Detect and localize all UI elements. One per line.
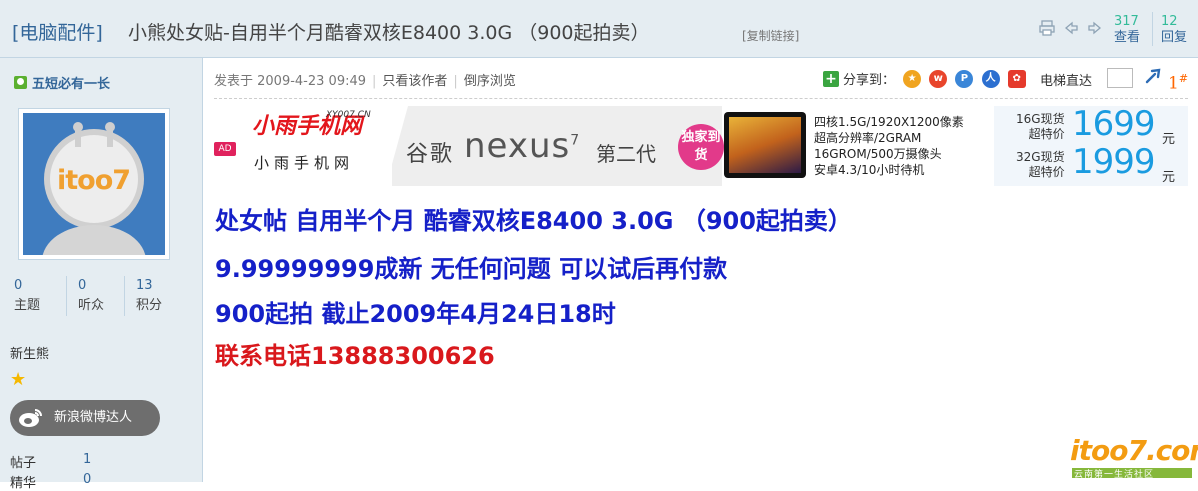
next-thread-icon[interactable] — [1087, 20, 1103, 36]
avatar-logo-text: itoo7 — [57, 165, 131, 196]
stat-followers-label: 听众 — [78, 298, 105, 313]
author-username[interactable]: 五短必有一长 — [32, 77, 110, 92]
stat-points-label: 积分 — [136, 298, 163, 313]
post-line-1: 处女帖 自用半个月 酷睿双核E8400 3.0G （900起拍卖） — [215, 207, 852, 235]
stat-threads-value: 0 — [14, 278, 23, 293]
ad-brand-name: 小雨手机网 — [254, 154, 355, 172]
post-date: 发表于 2009-4-23 09:49 — [214, 74, 367, 89]
price1-unit: 元 — [1162, 132, 1176, 147]
author-sidebar: 五短必有一长 itoo7 0 主题 0 听众 13 积分 新生熊 ★ 新浪微博达… — [0, 58, 203, 491]
ad-specs: 四核1.5G/1920X1200像素 超高分辨率/2GRAM 16GROM/50… — [814, 114, 964, 178]
ad-divider-shape — [386, 106, 408, 186]
ad-spec-line: 四核1.5G/1920X1200像素 — [814, 115, 964, 129]
tencent-weibo-share-icon[interactable]: P — [955, 69, 974, 88]
print-icon[interactable] — [1039, 20, 1055, 36]
weibo-badge-button[interactable]: 新浪微博达人 — [10, 400, 160, 436]
avatar-image: itoo7 — [23, 113, 165, 255]
stat-divider — [1152, 12, 1153, 46]
ad-spec-line: 超高分辨率/2GRAM — [814, 131, 922, 145]
tablet-image — [724, 112, 806, 178]
ad-spec-line: 安卓4.3/10小时待机 — [814, 163, 925, 177]
posts-count-row: 帖子 1 — [10, 452, 91, 471]
thread-category-link[interactable]: [电脑配件] — [12, 18, 103, 45]
ad-exclusive-badge: 独家到货 — [678, 124, 724, 170]
floor-number-value: 1 — [1168, 73, 1179, 94]
stat-points-value: 13 — [136, 278, 153, 293]
prev-thread-icon[interactable] — [1063, 20, 1079, 36]
price2-label-line2: 超特价 — [1028, 165, 1065, 179]
pengyou-share-icon[interactable]: ✿ — [1007, 69, 1026, 88]
ad-google-text: 谷歌 — [406, 142, 455, 167]
ad-brand-url: XY007.CN — [326, 110, 371, 120]
price2-value: 1999 — [1072, 142, 1156, 182]
replies-label[interactable]: 回复 — [1161, 30, 1187, 46]
share-label: 分享到： — [843, 73, 896, 88]
views-stat: 317 查看 — [1114, 14, 1140, 46]
digest-value[interactable]: 0 — [83, 472, 91, 487]
stat-divider — [124, 276, 125, 316]
replies-stat: 12 回复 — [1161, 14, 1187, 46]
user-rank[interactable]: 新生熊 — [10, 343, 49, 362]
weibo-share-icon[interactable]: w — [929, 69, 948, 88]
ad-banner[interactable]: AD 小雨手机网 XY007.CN 小雨手机网 谷歌 nexus7 第二代 独家… — [214, 106, 1188, 186]
price2-unit: 元 — [1162, 170, 1176, 185]
ad-nexus-sup: 7 — [570, 132, 581, 149]
stat-followers[interactable]: 0 听众 — [78, 276, 104, 316]
share-bar: + 分享到： ★ w P 人 ✿ — [823, 69, 1026, 88]
ad-nexus-word: nexus — [464, 126, 571, 166]
stat-threads-label: 主题 — [14, 298, 41, 313]
posts-label: 帖子 — [10, 456, 37, 471]
watermark-brand: itoo7.com — [1070, 434, 1198, 467]
ad-spec-line: 16GROM/500万摄像头 — [814, 147, 942, 161]
stat-divider — [66, 276, 67, 316]
ad-generation-text: 第二代 — [596, 142, 656, 166]
add-icon[interactable]: + — [823, 70, 839, 87]
copy-link-button[interactable]: [复制链接] — [742, 27, 799, 44]
price1-label: 16G现货 超特价 — [1016, 112, 1065, 142]
go-floor-icon[interactable] — [1145, 66, 1163, 89]
star-icon: ★ — [10, 369, 27, 390]
stat-points[interactable]: 13 积分 — [136, 276, 162, 316]
floor-jump-input[interactable] — [1107, 68, 1133, 88]
elevator-label: 电梯直达 — [1040, 74, 1093, 89]
price2-label-line1: 32G现货 — [1016, 150, 1065, 164]
stat-threads[interactable]: 0 主题 — [14, 276, 40, 316]
views-label[interactable]: 查看 — [1114, 30, 1140, 46]
price2-label: 32G现货 超特价 — [1016, 150, 1065, 180]
renren-share-icon[interactable]: 人 — [981, 69, 1000, 88]
reverse-order-link[interactable]: 倒序浏览 — [464, 74, 516, 89]
post-meta-bar: 发表于 2009-4-23 09:49 | 只看该作者 | 倒序浏览 — [214, 74, 516, 89]
posts-value[interactable]: 1 — [83, 452, 91, 467]
weibo-icon — [18, 406, 44, 430]
contact-phone-line: 联系电话13888300626 — [215, 342, 495, 370]
ad-badge: AD — [214, 142, 236, 156]
replies-count: 12 — [1161, 14, 1178, 29]
watermark-tagline: 云南第一生活社区 — [1074, 470, 1155, 480]
ad-price-block: 16G现货 超特价 1699 元 32G现货 超特价 1999 元 — [994, 106, 1188, 186]
stat-followers-value: 0 — [78, 278, 87, 293]
thread-title-bar: [电脑配件] 小熊处女贴-自用半个月酷睿双核E8400 3.0G （900起拍卖… — [0, 0, 1198, 58]
views-count: 317 — [1114, 14, 1139, 29]
author-row: 五短必有一长 — [14, 72, 110, 92]
weibo-label: 新浪微博达人 — [54, 410, 133, 425]
online-user-icon — [14, 76, 27, 89]
thread-title: 小熊处女贴-自用半个月酷睿双核E8400 3.0G （900起拍卖） — [128, 22, 650, 44]
floor-number[interactable]: 1# — [1168, 72, 1188, 94]
digest-label: 精华 — [10, 476, 37, 491]
meta-divider — [214, 98, 1188, 99]
floor-suffix: # — [1178, 72, 1189, 85]
price1-label-line1: 16G现货 — [1016, 112, 1065, 126]
only-author-link[interactable]: 只看该作者 — [382, 74, 447, 89]
post-line-2: 9.99999999成新 无任何问题 可以试后再付款 — [215, 255, 728, 283]
ad-nexus-text: nexus7 — [464, 126, 580, 166]
post-line-3: 900起拍 截止2009年4月24日18时 — [215, 300, 616, 328]
qzone-share-icon[interactable]: ★ — [903, 69, 922, 88]
price1-value: 1699 — [1072, 106, 1156, 144]
site-watermark: itoo7.com 云南第一生活社区 — [1068, 434, 1198, 480]
price1-label-line2: 超特价 — [1028, 127, 1065, 141]
avatar[interactable]: itoo7 — [18, 108, 170, 260]
